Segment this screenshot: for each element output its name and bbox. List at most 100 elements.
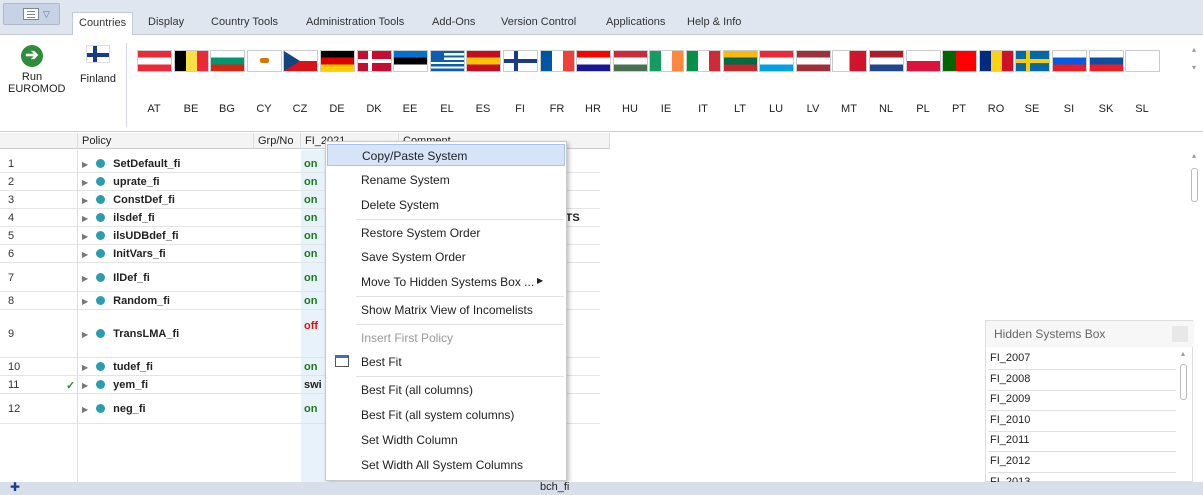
ribbon-scroll[interactable]: ▴ ▾ <box>1188 45 1200 125</box>
menu-restore-system-order[interactable]: Restore System Order <box>327 222 565 244</box>
menu-insert-first-policy[interactable]: Insert First Policy <box>327 327 565 349</box>
flag-ee-button[interactable] <box>393 50 428 72</box>
expand-icon[interactable]: ▶ <box>82 274 88 283</box>
policy-name[interactable]: ▶ tudef_fi <box>82 361 153 373</box>
system-value[interactable]: on <box>304 212 317 224</box>
tab-version-control[interactable]: Version Control <box>501 16 576 35</box>
expand-icon[interactable]: ▶ <box>82 330 88 339</box>
expand-icon[interactable]: ▶ <box>82 214 88 223</box>
hidden-system-item[interactable]: FI_2007 <box>988 349 1176 370</box>
policy-name[interactable]: ▶ ConstDef_fi <box>82 194 175 206</box>
tab-countries[interactable]: Countries <box>72 12 134 36</box>
flag-lu-button[interactable] <box>759 50 794 72</box>
flag-es-button[interactable] <box>466 50 501 72</box>
system-value[interactable]: on <box>304 248 317 260</box>
flag-ro-button[interactable] <box>979 50 1014 72</box>
hidden-system-item[interactable]: FI_2009 <box>988 390 1176 412</box>
flag-bg-button[interactable] <box>210 50 245 72</box>
flag-ie-button[interactable] <box>649 50 684 72</box>
menu-move-to-hidden-systems[interactable]: Move To Hidden Systems Box ... ▶ <box>327 271 565 293</box>
system-value[interactable]: off <box>304 320 318 332</box>
flag-cy-button[interactable] <box>247 50 282 72</box>
application-menu-button[interactable]: ▽ <box>3 3 60 25</box>
expand-icon[interactable]: ▶ <box>82 363 88 372</box>
flag-cz-button[interactable] <box>283 50 318 72</box>
menu-set-width-all-system-columns[interactable]: Set Width All System Columns <box>327 454 565 476</box>
flag-be-button[interactable] <box>174 50 209 72</box>
flag-lv-button[interactable] <box>796 50 831 72</box>
hidden-box-scrollbar[interactable]: ▴ <box>1177 349 1189 479</box>
expand-icon[interactable]: ▶ <box>82 381 88 390</box>
policy-name[interactable]: ▶ TransLMA_fi <box>82 328 179 340</box>
finland-button[interactable]: Finland <box>75 45 121 85</box>
expand-icon[interactable]: ▶ <box>82 196 88 205</box>
expand-icon[interactable]: ▶ <box>82 178 88 187</box>
expand-icon[interactable]: ▶ <box>82 405 88 414</box>
flag-at-button[interactable] <box>137 50 172 72</box>
tab-administration-tools[interactable]: Administration Tools <box>306 16 404 35</box>
grp-header[interactable]: Grp/No <box>254 133 301 149</box>
flag-mt-button[interactable] <box>832 50 867 72</box>
flag-sk-button[interactable] <box>1089 50 1124 72</box>
policy-name[interactable]: ▶ ilsUDBdef_fi <box>82 230 179 242</box>
policy-name[interactable]: ▶ SetDefault_fi <box>82 158 180 170</box>
menu-show-matrix-view[interactable]: Show Matrix View of Incomelists <box>327 299 565 321</box>
expand-icon[interactable]: ▶ <box>82 232 88 241</box>
tab-help-info[interactable]: Help & Info <box>687 16 741 35</box>
system-value[interactable]: on <box>304 295 317 307</box>
hidden-system-item[interactable]: FI_2011 <box>988 431 1176 453</box>
flag-de-button[interactable] <box>320 50 355 72</box>
menu-best-fit-all-columns[interactable]: Best Fit (all columns) <box>327 379 565 401</box>
hidden-box-close-button[interactable] <box>1172 326 1188 342</box>
policy-name[interactable]: ▶ yem_fi <box>82 379 148 391</box>
expand-icon[interactable]: ▶ <box>82 160 88 169</box>
flag-lt-button[interactable] <box>723 50 758 72</box>
policy-name[interactable]: ▶ IlDef_fi <box>82 272 150 284</box>
policy-name[interactable]: ▶ Random_fi <box>82 295 170 307</box>
flag-hr-button[interactable] <box>576 50 611 72</box>
menu-set-width-column[interactable]: Set Width Column <box>327 429 565 451</box>
menu-rename-system[interactable]: Rename System <box>327 169 565 191</box>
system-value[interactable]: on <box>304 194 317 206</box>
flag-el-button[interactable] <box>430 50 465 72</box>
run-euromod-button[interactable]: ➔ Run EUROMOD <box>8 45 65 95</box>
policy-header[interactable]: Policy <box>78 133 254 149</box>
hidden-system-item[interactable]: FI_2012 <box>988 452 1176 473</box>
system-value[interactable]: swi <box>304 379 322 391</box>
flag-dk-button[interactable] <box>357 50 392 72</box>
policy-name[interactable]: ▶ ilsdef_fi <box>82 212 155 224</box>
flag-hu-button[interactable] <box>613 50 648 72</box>
policy-label: SetDefault_fi <box>113 158 181 170</box>
menu-copy-paste-system[interactable]: Copy/Paste System <box>327 144 565 166</box>
flag-se-button[interactable] <box>1015 50 1050 72</box>
system-value[interactable]: on <box>304 230 317 242</box>
hidden-system-item[interactable]: FI_2008 <box>988 370 1176 391</box>
flag-it-button[interactable] <box>686 50 721 72</box>
flag-pt-button[interactable] <box>942 50 977 72</box>
menu-delete-system[interactable]: Delete System <box>327 194 565 216</box>
policy-name[interactable]: ▶ neg_fi <box>82 403 146 415</box>
tab-country-tools[interactable]: Country Tools <box>211 16 278 35</box>
menu-best-fit-system-columns[interactable]: Best Fit (all system columns) <box>327 404 565 426</box>
system-value[interactable]: on <box>304 158 317 170</box>
policy-name[interactable]: ▶ InitVars_fi <box>82 248 166 260</box>
hidden-system-item[interactable]: FI_2010 <box>988 411 1176 432</box>
system-value[interactable]: on <box>304 403 317 415</box>
flag-si-button[interactable] <box>1052 50 1087 72</box>
flag-fi-button[interactable] <box>503 50 538 72</box>
expand-icon[interactable]: ▶ <box>82 297 88 306</box>
system-value[interactable]: on <box>304 361 317 373</box>
system-value[interactable]: on <box>304 272 317 284</box>
flag-nl-button[interactable] <box>869 50 904 72</box>
tab-applications[interactable]: Applications <box>606 16 665 35</box>
flag-pl-button[interactable] <box>906 50 941 72</box>
tab-add-ons[interactable]: Add-Ons <box>432 16 475 35</box>
flag-fr-button[interactable] <box>540 50 575 72</box>
tab-display[interactable]: Display <box>148 16 184 35</box>
expand-icon[interactable]: ▶ <box>82 250 88 259</box>
policy-name[interactable]: ▶ uprate_fi <box>82 176 160 188</box>
menu-best-fit[interactable]: Best Fit <box>327 351 565 373</box>
flag-sl-button[interactable] <box>1125 50 1160 72</box>
menu-save-system-order[interactable]: Save System Order <box>327 246 565 268</box>
system-value[interactable]: on <box>304 176 317 188</box>
